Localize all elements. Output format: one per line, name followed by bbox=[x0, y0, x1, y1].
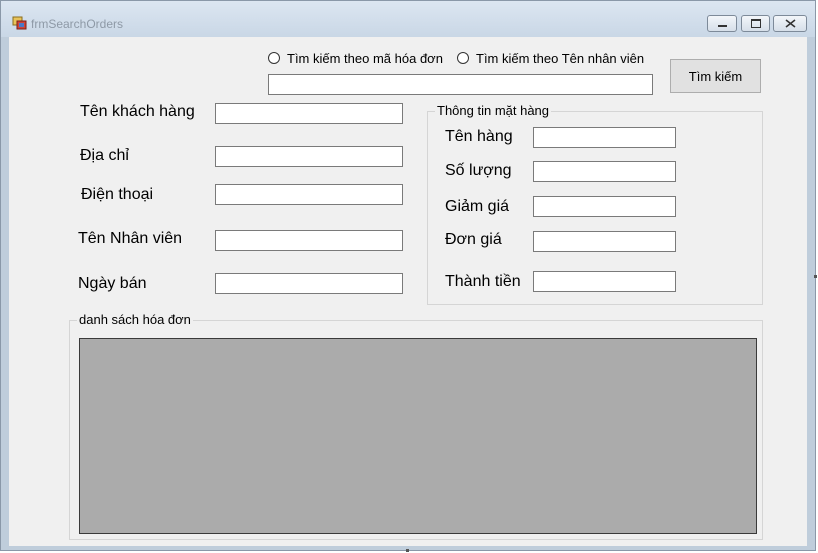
total-amount-field[interactable] bbox=[533, 271, 676, 292]
product-name-label: Tên hàng bbox=[445, 128, 513, 145]
close-button[interactable] bbox=[773, 15, 807, 32]
window-title: frmSearchOrders bbox=[31, 17, 124, 31]
sale-date-field[interactable] bbox=[215, 273, 403, 294]
radio-search-by-employee-label: Tìm kiếm theo Tên nhân viên bbox=[476, 50, 645, 66]
radio-search-by-invoice-label: Tìm kiếm theo mã hóa đơn bbox=[287, 50, 443, 66]
unit-price-field[interactable] bbox=[533, 231, 676, 252]
product-name-field[interactable] bbox=[533, 127, 676, 148]
item-info-group-title: Thông tin mặt hàng bbox=[435, 103, 552, 118]
radio-search-by-invoice[interactable]: Tìm kiếm theo mã hóa đơn bbox=[268, 50, 443, 66]
app-window: frmSearchOrders Tìm kiếm theo mã hóa đơn… bbox=[0, 0, 817, 552]
customer-name-label: Tên khách hàng bbox=[80, 103, 195, 120]
sale-date-label: Ngày bán bbox=[78, 275, 147, 292]
phone-field[interactable] bbox=[215, 184, 403, 205]
form-icon bbox=[12, 15, 28, 31]
maximize-icon bbox=[750, 19, 761, 28]
resize-handle-right[interactable] bbox=[814, 275, 817, 278]
address-label: Địa chỉ bbox=[80, 147, 129, 164]
title-bar[interactable]: frmSearchOrders bbox=[1, 1, 815, 37]
quantity-field[interactable] bbox=[533, 161, 676, 182]
total-amount-label: Thành tiền bbox=[445, 273, 521, 290]
minimize-icon bbox=[717, 25, 727, 27]
item-info-group: Thông tin mặt hàng Tên hàng Số lượng Giả… bbox=[427, 103, 763, 305]
invoice-data-grid[interactable] bbox=[79, 338, 757, 534]
phone-label: Điện thoại bbox=[81, 186, 154, 203]
discount-label: Giảm giá bbox=[445, 198, 510, 215]
minimize-button[interactable] bbox=[707, 15, 737, 32]
customer-name-field[interactable] bbox=[215, 103, 403, 124]
search-button[interactable]: Tìm kiếm bbox=[670, 59, 761, 93]
radio-circle-icon bbox=[268, 52, 280, 64]
invoice-list-group-title: danh sách hóa đơn bbox=[77, 312, 193, 327]
search-input[interactable] bbox=[268, 74, 653, 95]
address-field[interactable] bbox=[215, 146, 403, 167]
radio-search-by-employee[interactable]: Tìm kiếm theo Tên nhân viên bbox=[457, 50, 644, 66]
form-client-area: Tìm kiếm theo mã hóa đơn Tìm kiếm theo T… bbox=[9, 37, 807, 546]
maximize-button[interactable] bbox=[741, 15, 770, 32]
resize-handle-bottom[interactable] bbox=[406, 549, 409, 552]
close-icon bbox=[785, 15, 796, 33]
quantity-label: Số lượng bbox=[445, 162, 512, 179]
employee-name-label: Tên Nhân viên bbox=[78, 230, 183, 247]
unit-price-label: Đơn giá bbox=[445, 231, 502, 248]
radio-circle-icon bbox=[457, 52, 469, 64]
discount-field[interactable] bbox=[533, 196, 676, 217]
employee-name-field[interactable] bbox=[215, 230, 403, 251]
